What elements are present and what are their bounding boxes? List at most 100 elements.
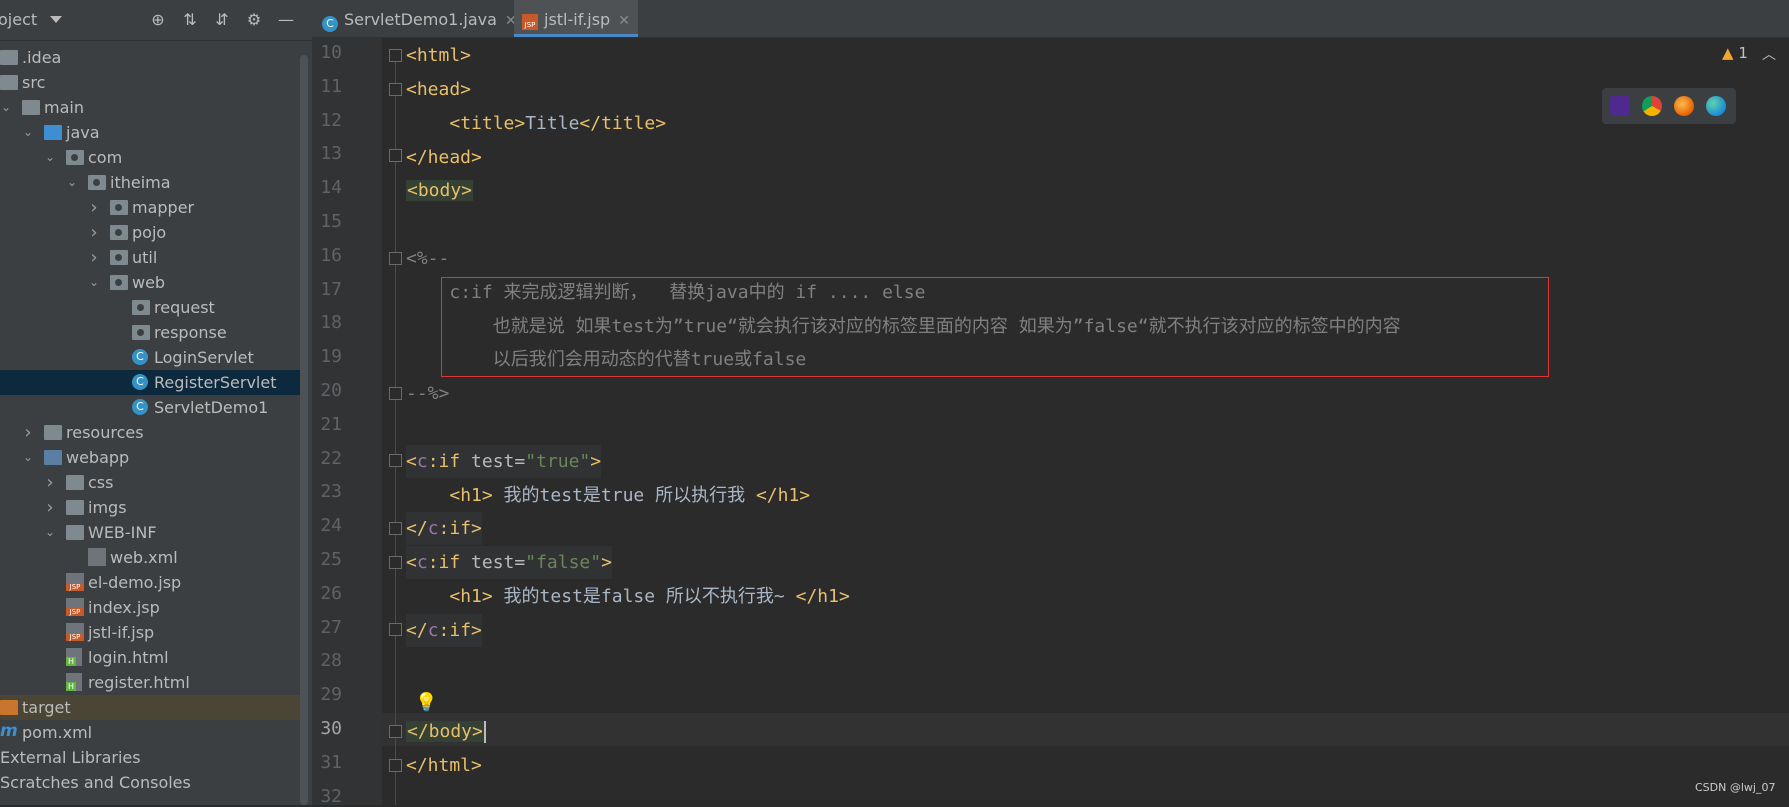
chrome-icon[interactable] bbox=[1642, 96, 1662, 116]
locate-icon[interactable]: ⊕ bbox=[148, 10, 168, 30]
chevron-down-icon[interactable]: ⌄ bbox=[42, 520, 58, 545]
chevron-up-icon[interactable]: ︿ bbox=[1762, 44, 1776, 64]
fold-marker[interactable] bbox=[389, 522, 402, 535]
code-line-20[interactable]: --%> bbox=[406, 377, 449, 410]
chevron-down-icon[interactable]: ⌄ bbox=[42, 145, 58, 170]
tree-item-web[interactable]: ⌄ web bbox=[0, 270, 300, 295]
collapse-all-icon[interactable]: ⇵ bbox=[212, 10, 232, 30]
line-number: 26 bbox=[320, 582, 342, 604]
code-line-13[interactable]: </head> bbox=[406, 141, 482, 174]
line-number: 12 bbox=[320, 109, 342, 131]
code-line-22[interactable]: <c:if test="true"> bbox=[406, 445, 602, 478]
tree-item-com[interactable]: ⌄ com bbox=[0, 145, 300, 170]
fold-marker[interactable] bbox=[389, 556, 402, 569]
close-icon[interactable]: ✕ bbox=[618, 13, 630, 29]
tree-item-label: el-demo.jsp bbox=[88, 573, 182, 592]
tree-item-src[interactable]: src bbox=[0, 70, 300, 95]
tree-item-imgs[interactable]: › imgs bbox=[0, 495, 300, 520]
expand-all-icon[interactable]: ⇅ bbox=[180, 10, 200, 30]
code-line-30[interactable]: </body> bbox=[406, 715, 486, 748]
text-caret bbox=[483, 721, 486, 743]
code-line-26[interactable]: <h1> 我的test是false 所以不执行我~ </h1> bbox=[406, 580, 849, 613]
tree-item-label: WEB-INF bbox=[88, 523, 157, 542]
tree-item-target[interactable]: target bbox=[0, 695, 300, 720]
chevron-right-icon[interactable]: › bbox=[20, 420, 36, 445]
intellij-icon[interactable] bbox=[1610, 96, 1630, 116]
tree-item-login-html[interactable]: login.html bbox=[0, 645, 300, 670]
tree-item-external-libraries[interactable]: External Libraries bbox=[0, 745, 300, 770]
tree-item-web-inf[interactable]: ⌄ WEB-INF bbox=[0, 520, 300, 545]
chevron-right-icon[interactable]: › bbox=[86, 245, 102, 270]
tab-jstl-if[interactable]: JSP jstl-if.jsp ✕ bbox=[514, 0, 638, 37]
chevron-right-icon[interactable]: › bbox=[42, 495, 58, 520]
fold-marker[interactable] bbox=[389, 49, 402, 62]
line-number: 20 bbox=[320, 380, 342, 401]
tree-item-response[interactable]: response bbox=[0, 320, 300, 345]
code-line-11[interactable]: <head> bbox=[406, 73, 471, 106]
package-icon bbox=[66, 150, 84, 165]
fold-marker[interactable] bbox=[389, 454, 402, 467]
chevron-down-icon[interactable]: ⌄ bbox=[86, 270, 102, 295]
tree-item-idea[interactable]: .idea bbox=[0, 45, 300, 70]
code-line-23[interactable]: <h1> 我的test是true 所以执行我 </h1> bbox=[406, 479, 810, 512]
tree-item-jstl-if-jsp[interactable]: jstl-if.jsp bbox=[0, 620, 300, 645]
code-line-12[interactable]: <title>Title</title> bbox=[406, 107, 666, 140]
folder-icon bbox=[66, 500, 84, 515]
chevron-right-icon[interactable]: › bbox=[86, 220, 102, 245]
tree-item-label: itheima bbox=[110, 173, 171, 192]
fold-marker[interactable] bbox=[389, 623, 402, 636]
chevron-right-icon[interactable]: › bbox=[42, 470, 58, 495]
tree-item-loginservlet[interactable]: C LoginServlet bbox=[0, 345, 300, 370]
chevron-down-icon[interactable]: ⌄ bbox=[20, 445, 36, 470]
lightbulb-icon[interactable]: 💡 bbox=[415, 692, 437, 713]
project-scrollbar[interactable] bbox=[300, 55, 308, 805]
tree-item-main[interactable]: ⌄ main bbox=[0, 95, 300, 120]
gear-icon[interactable]: ⚙ bbox=[244, 10, 264, 30]
tree-item-itheima[interactable]: ⌄ itheima bbox=[0, 170, 300, 195]
tree-item-pom-xml[interactable]: m pom.xml bbox=[0, 720, 300, 745]
tree-item-css[interactable]: › css bbox=[0, 470, 300, 495]
chevron-down-icon[interactable]: ⌄ bbox=[64, 170, 80, 195]
tree-item-register-html[interactable]: register.html bbox=[0, 670, 300, 695]
tree-item-registerservlet[interactable]: C RegisterServlet bbox=[0, 370, 300, 395]
line-number: 21 bbox=[320, 413, 342, 435]
tree-item-mapper[interactable]: › mapper bbox=[0, 195, 300, 220]
tree-item-request[interactable]: request bbox=[0, 295, 300, 320]
java-class-icon: C bbox=[132, 399, 148, 415]
tree-item-webapp[interactable]: ⌄ webapp bbox=[0, 445, 300, 470]
code-line-27[interactable]: </c:if> bbox=[406, 614, 482, 647]
fold-marker[interactable] bbox=[389, 759, 402, 772]
fold-marker[interactable] bbox=[389, 725, 402, 738]
fold-marker[interactable] bbox=[389, 387, 402, 400]
tree-item-pojo[interactable]: › pojo bbox=[0, 220, 300, 245]
fold-marker[interactable] bbox=[389, 252, 402, 265]
chevron-down-icon[interactable]: ⌄ bbox=[0, 95, 14, 120]
tab-servletdemo1[interactable]: C ServletDemo1.java ✕ bbox=[322, 0, 517, 37]
tree-item-java[interactable]: ⌄ java bbox=[0, 120, 300, 145]
tree-item-index-jsp[interactable]: index.jsp bbox=[0, 595, 300, 620]
tree-item-label: RegisterServlet bbox=[154, 373, 277, 392]
java-class-icon: C bbox=[322, 16, 338, 32]
code-line-31[interactable]: </html> bbox=[406, 749, 482, 782]
project-view-selector[interactable]: oject bbox=[0, 10, 37, 29]
chevron-down-icon[interactable] bbox=[50, 16, 62, 23]
edge-icon[interactable] bbox=[1706, 96, 1726, 116]
code-line-10[interactable]: <html> bbox=[406, 39, 471, 72]
tree-item-util[interactable]: › util bbox=[0, 245, 300, 270]
tree-item-resources[interactable]: › resources bbox=[0, 420, 300, 445]
tree-item-el-demo-jsp[interactable]: el-demo.jsp bbox=[0, 570, 300, 595]
tree-item-servletdemo1[interactable]: C ServletDemo1 bbox=[0, 395, 300, 420]
firefox-icon[interactable] bbox=[1674, 96, 1694, 116]
chevron-down-icon[interactable]: ⌄ bbox=[20, 120, 36, 145]
chevron-right-icon[interactable]: › bbox=[86, 195, 102, 220]
code-line-25[interactable]: <c:if test="false"> bbox=[406, 546, 612, 579]
tree-item-web-xml[interactable]: web.xml bbox=[0, 545, 300, 570]
code-line-14[interactable]: <body> bbox=[406, 174, 474, 207]
code-line-16[interactable]: <%-- bbox=[406, 242, 449, 275]
inspection-widget[interactable]: ▲ 1 bbox=[1722, 44, 1748, 62]
fold-marker[interactable] bbox=[389, 83, 402, 96]
tree-item-scratches-and-consoles[interactable]: Scratches and Consoles bbox=[0, 770, 300, 795]
fold-marker[interactable] bbox=[389, 149, 402, 162]
code-line-24[interactable]: </c:if> bbox=[406, 512, 482, 545]
minimize-icon[interactable]: — bbox=[276, 10, 296, 30]
